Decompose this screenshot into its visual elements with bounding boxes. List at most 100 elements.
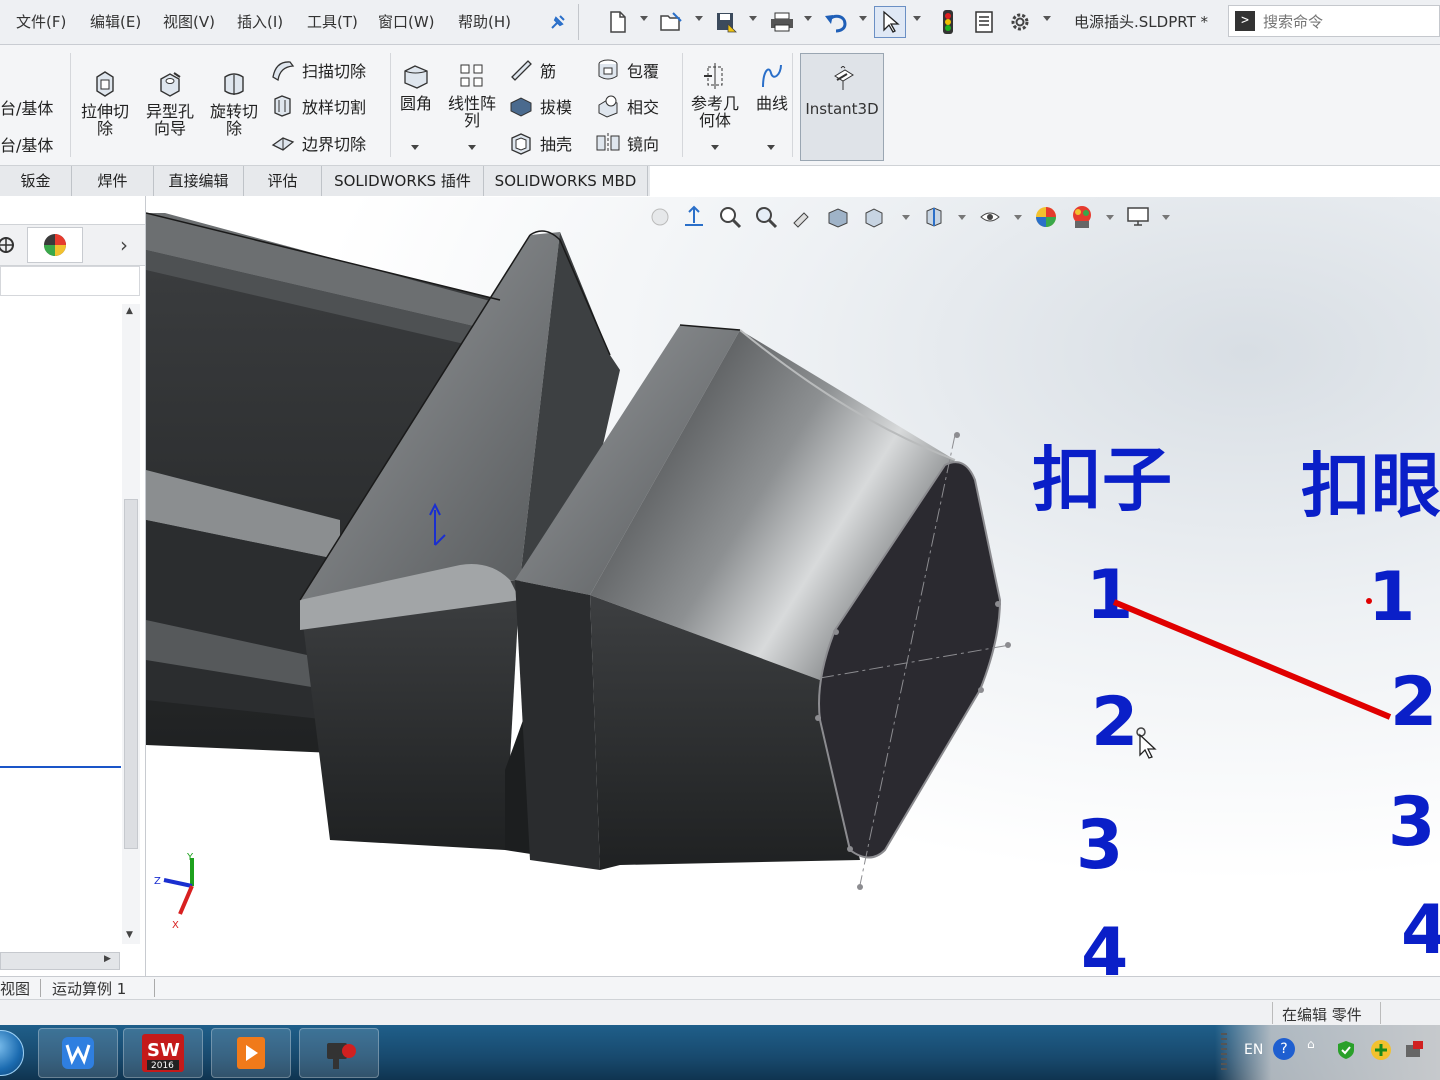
svg-text:SW: SW <box>147 1040 180 1061</box>
instant3d-icon <box>834 66 854 90</box>
tab-evaluate[interactable]: 评估 <box>244 166 322 196</box>
divider <box>682 53 683 157</box>
taskbar-screen-recorder-button[interactable] <box>299 1028 379 1078</box>
scroll-down-icon[interactable]: ▼ <box>126 930 133 940</box>
extruded-cut-button[interactable]: 拉伸切 除 <box>76 67 134 137</box>
plug-model-3d[interactable] <box>146 197 1440 975</box>
scroll-thumb[interactable] <box>124 499 138 849</box>
rib-label: 筋 <box>540 62 557 81</box>
wrap-icon <box>595 57 621 83</box>
tray-expand-icon[interactable]: ⌂ <box>1307 1037 1315 1051</box>
chevron-down-icon[interactable] <box>695 16 703 21</box>
start-button[interactable] <box>0 1030 24 1076</box>
extruded-boss-partial[interactable]: 台/基体 <box>0 95 53 119</box>
lofted-cut-button[interactable]: 放样切割 <box>270 93 366 119</box>
tab-weldments[interactable]: 焊件 <box>72 166 154 196</box>
select-pointer-icon[interactable] <box>874 6 906 38</box>
feature-filter[interactable] <box>0 266 140 296</box>
taskbar-media-player-button[interactable] <box>211 1028 291 1078</box>
annotation-right-number: 4 <box>1401 891 1440 970</box>
vertical-scrollbar[interactable]: ▲ ▼ <box>122 304 140 944</box>
chevron-down-icon[interactable] <box>411 145 419 150</box>
search-commands[interactable]: > <box>1228 5 1440 37</box>
chevron-down-icon[interactable] <box>767 145 775 150</box>
intersect-button[interactable]: 相交 <box>595 93 659 119</box>
boundary-cut-label: 边界切除 <box>302 135 367 154</box>
file-properties-icon[interactable] <box>968 6 1000 38</box>
revolved-cut-label: 旋转切 除 <box>209 102 258 138</box>
tab-sheet-metal[interactable]: 钣金 <box>0 166 72 196</box>
revolved-cut-icon <box>217 67 251 101</box>
help-icon[interactable]: ? <box>1273 1038 1295 1060</box>
new-document-icon[interactable] <box>602 6 634 38</box>
save-icon[interactable] <box>710 6 742 38</box>
network-icon[interactable] <box>1403 1039 1427 1061</box>
tab-display-manager[interactable] <box>27 227 83 263</box>
revolved-boss-label: 台/基体 <box>0 136 54 155</box>
menu-help[interactable]: 帮助(H) <box>458 11 511 32</box>
search-input[interactable] <box>1261 9 1437 35</box>
chevron-down-icon[interactable] <box>749 16 757 21</box>
horizontal-scrollbar[interactable] <box>0 952 120 970</box>
linear-pattern-button[interactable]: 线性阵 列 <box>444 59 500 129</box>
tab-model-view[interactable]: 视图 <box>0 978 30 999</box>
fillet-button[interactable]: 圆角 <box>388 59 444 112</box>
swept-cut-button[interactable]: 扫描切除 <box>270 57 366 83</box>
add-plus-icon[interactable] <box>1370 1039 1392 1061</box>
chevron-down-icon[interactable] <box>804 16 812 21</box>
graphics-area[interactable]: Y Z X 扣子 扣眼 1 2 3 4 1 2 3 4 <box>146 197 1440 975</box>
tab-solidworks-mbd[interactable]: SOLIDWORKS MBD <box>484 166 648 196</box>
windows-taskbar: SW 2016 EN ? ⌂ <box>0 1025 1440 1080</box>
scroll-right-icon[interactable]: ▶ <box>104 954 111 964</box>
menu-edit[interactable]: 编辑(E) <box>90 11 141 32</box>
hole-wizard-button[interactable]: 异型孔 向导 <box>141 67 199 137</box>
divider <box>1272 1002 1273 1024</box>
chevron-down-icon[interactable] <box>859 16 867 21</box>
dimxpert-manager-icon[interactable] <box>0 233 24 257</box>
chevron-down-icon[interactable] <box>913 16 921 21</box>
open-folder-icon[interactable] <box>656 6 688 38</box>
wps-office-icon <box>62 1037 94 1069</box>
revolved-cut-button[interactable]: 旋转切 除 <box>205 67 263 137</box>
menu-file[interactable]: 文件(F) <box>16 11 66 32</box>
draft-button[interactable]: 拔模 <box>508 93 572 119</box>
options-gear-icon[interactable] <box>1004 6 1036 38</box>
screen-recorder-icon <box>327 1043 356 1069</box>
extruded-cut-icon <box>88 67 122 101</box>
wrap-button[interactable]: 包覆 <box>595 57 659 83</box>
print-icon[interactable] <box>766 6 798 38</box>
instant3d-toggle[interactable]: Instant3D <box>800 53 884 161</box>
chevron-down-icon[interactable] <box>1043 16 1051 21</box>
shell-button[interactable]: 抽壳 <box>508 130 572 156</box>
draft-label: 拔模 <box>540 98 573 117</box>
rollback-bar[interactable] <box>0 766 121 768</box>
annotation-right-number: 2 <box>1390 663 1438 742</box>
display-manager-icon <box>44 234 66 256</box>
boundary-cut-button[interactable]: 边界切除 <box>270 130 366 156</box>
annotation-left-number: 2 <box>1091 683 1139 762</box>
reference-geometry-button[interactable]: 参考几 何体 <box>686 59 744 129</box>
taskbar-wps-button[interactable] <box>38 1028 118 1078</box>
tab-direct-editing[interactable]: 直接编辑 <box>154 166 244 196</box>
undo-icon[interactable] <box>820 6 852 38</box>
taskbar-solidworks-button[interactable]: SW 2016 <box>123 1028 203 1078</box>
revolved-boss-partial[interactable]: 台/基体 <box>0 132 53 156</box>
menu-tools[interactable]: 工具(T) <box>307 11 358 32</box>
input-language-indicator[interactable]: EN <box>1244 1042 1263 1058</box>
rib-button[interactable]: 筋 <box>508 57 556 83</box>
menu-insert[interactable]: 插入(I) <box>237 11 283 32</box>
scroll-up-icon[interactable]: ▲ <box>126 306 133 316</box>
menu-view[interactable]: 视图(V) <box>163 11 215 32</box>
chevron-down-icon[interactable] <box>468 145 476 150</box>
rebuild-traffic-light-icon[interactable] <box>932 6 964 38</box>
security-shield-icon[interactable] <box>1335 1039 1357 1061</box>
chevron-down-icon[interactable] <box>711 145 719 150</box>
tab-motion-study-1[interactable]: 运动算例 1 <box>52 978 126 999</box>
chevron-down-icon[interactable] <box>640 16 648 21</box>
pin-icon[interactable] <box>542 6 574 38</box>
tab-solidworks-addins[interactable]: SOLIDWORKS 插件 <box>322 166 484 196</box>
boundary-cut-icon <box>270 130 296 156</box>
menu-window[interactable]: 窗口(W) <box>378 11 435 32</box>
chevron-right-icon[interactable]: › <box>120 233 128 257</box>
mirror-button[interactable]: 镜向 <box>595 130 659 156</box>
